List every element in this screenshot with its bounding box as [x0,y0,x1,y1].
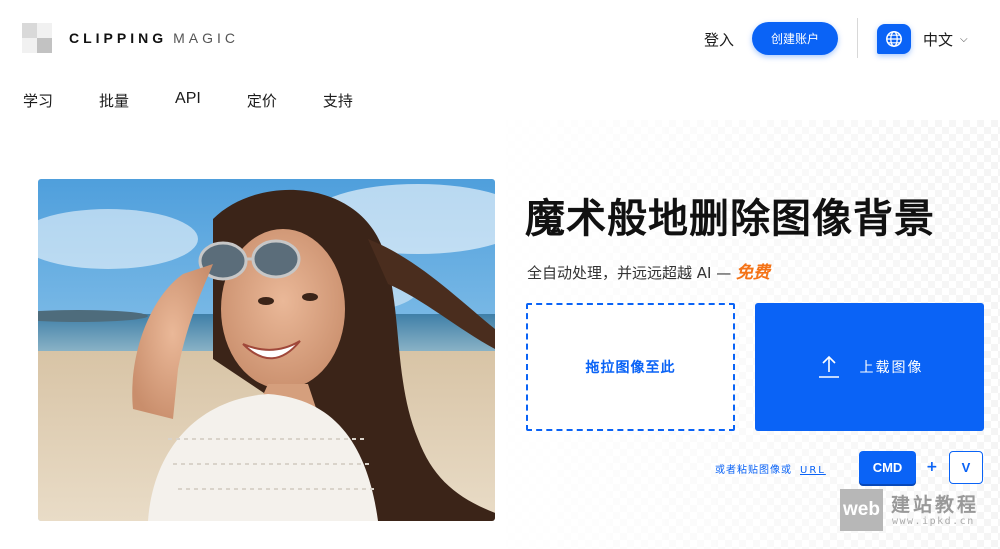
v-key-badge: V [949,451,983,484]
cmd-key-badge: CMD [859,451,916,484]
main-nav: 学习 批量 API 定价 支持 [23,90,399,111]
paste-hint-text: 或者粘贴图像或 [715,465,792,476]
globe-icon [877,24,911,54]
upload-image-button[interactable]: 上载图像 [755,303,984,431]
nav-item-support[interactable]: 支持 [323,90,353,111]
watermark-url: www.ipkd.cn [892,516,975,527]
paste-url-link[interactable]: URL [800,465,826,476]
language-label: 中文 [923,30,954,49]
nav-item-api[interactable]: API [175,90,201,111]
subtitle: 全自动处理，并远远超越 AI — 免费 [527,258,770,283]
nav-item-pricing[interactable]: 定价 [247,90,277,111]
image-drop-zone[interactable]: 拖拉图像至此 [526,303,735,431]
nav-item-bulk[interactable]: 批量 [99,90,129,111]
logo[interactable]: CLIPPING MAGIC [22,23,239,53]
language-selector[interactable]: 中文 ⌵ [877,24,968,54]
upload-label: 上载图像 [859,360,924,376]
chevron-down-icon: ⌵ [960,33,968,45]
nav-item-learn[interactable]: 学习 [23,90,53,111]
hero-photo [38,179,495,521]
subtitle-text: 全自动处理，并远远超越 AI — [527,264,732,282]
page-title: 魔术般地删除图像背景 [525,196,935,242]
paste-hint: 或者粘贴图像或 URL [715,461,826,476]
logo-word-magic: MAGIC [173,30,240,46]
watermark-title: 建站教程 [891,494,980,516]
logo-mark-icon [22,23,52,53]
create-account-button[interactable]: 创建账户 [752,22,838,55]
site-watermark: web 建站教程 www.ipkd.cn [840,489,990,533]
free-highlight: 免费 [736,263,771,283]
watermark-badge: web [840,489,883,531]
upload-arrow-icon [818,355,839,378]
logo-word-clipping: CLIPPING [69,30,168,46]
header-divider [857,18,858,58]
drop-zone-label: 拖拉图像至此 [585,360,676,376]
plus-sign: + [926,459,938,475]
login-link[interactable]: 登入 [704,29,734,50]
logo-text: CLIPPING MAGIC [69,30,239,46]
